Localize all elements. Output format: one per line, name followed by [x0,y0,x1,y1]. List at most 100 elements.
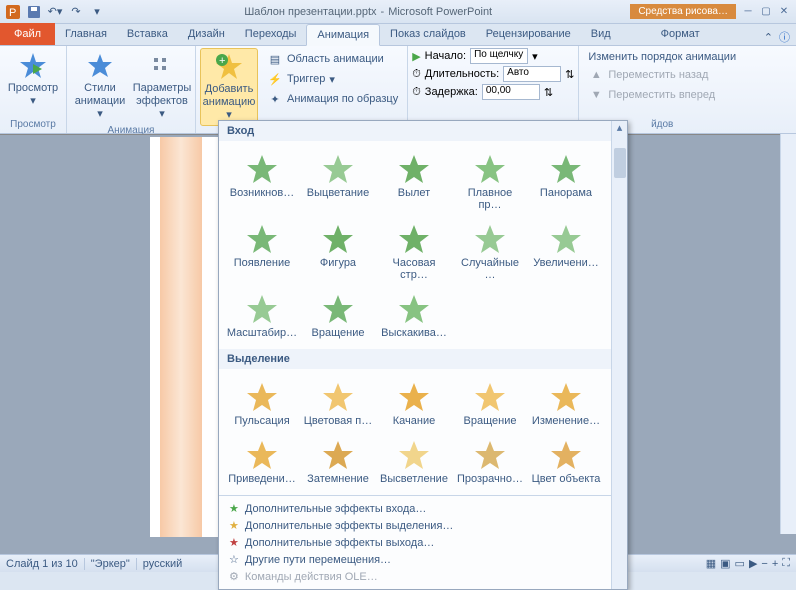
tab-review[interactable]: Рецензирование [476,23,581,45]
star-effect-icon [320,291,356,327]
tab-design[interactable]: Дизайн [178,23,235,45]
start-select[interactable]: По щелчку [470,48,528,64]
effect-Пульсация[interactable]: Пульсация [225,375,299,431]
close-icon[interactable]: ✕ [776,5,792,19]
view-slideshow-icon[interactable]: ▶ [749,557,757,570]
effect-Возникнов[interactable]: Возникнов… [225,147,299,215]
scroll-thumb[interactable] [614,148,626,178]
move-later-button[interactable]: ▼Переместить вперед [585,86,739,104]
effect-Выцветание[interactable]: Выцветание [301,147,375,215]
star-effect-icon [396,379,432,415]
star-effect-icon [396,151,432,187]
slide-decoration [160,137,202,537]
effect-Цветобъекта[interactable]: Цвет объекта [529,433,603,489]
move-earlier-button[interactable]: ▲Переместить назад [585,66,739,84]
more-emphasis-effects[interactable]: ★Дополнительные эффекты выделения… [223,517,623,534]
qat-more-icon[interactable]: ▾ [88,3,106,21]
add-animation-dropdown: ▴ Вход Возникнов…ВыцветаниеВылетПлавное … [218,120,628,590]
star-effect-icon [548,221,584,257]
effect-Случайные[interactable]: Случайные … [453,217,527,285]
quick-access-toolbar: P ↶▾ ↷ ▾ [4,3,106,21]
effect-Затемнение[interactable]: Затемнение [301,433,375,489]
restore-icon[interactable]: ▢ [758,5,774,19]
dropdown-scrollbar[interactable]: ▴ [611,121,627,589]
trigger-button[interactable]: ⚡Триггер ▾ [264,70,401,88]
window-controls: ─ ▢ ✕ [740,5,792,19]
options-icon [146,50,178,82]
tab-home[interactable]: Главная [55,23,117,45]
tab-slideshow[interactable]: Показ слайдов [380,23,476,45]
effect-Вращение[interactable]: Вращение [301,287,375,343]
view-reading-icon[interactable]: ▭ [735,557,745,570]
star-effect-icon [244,151,280,187]
effect-Появление[interactable]: Появление [225,217,299,285]
group-animation: Стили анимации▾ Параметры эффектов▾ Аним… [67,46,196,133]
effect-Плавноепр[interactable]: Плавное пр… [453,147,527,215]
tab-format[interactable]: Формат [651,23,710,45]
animation-styles-button[interactable]: Стили анимации▾ [71,48,129,124]
minimize-icon[interactable]: ─ [740,5,756,19]
group-preview: Просмотр▾ Просмотр [0,46,67,133]
slide-indicator[interactable]: Слайд 1 из 10 [6,558,78,570]
vertical-scrollbar[interactable] [780,134,796,534]
delay-input[interactable]: 00,00 [482,84,540,100]
star-icon [84,50,116,82]
help-icon[interactable]: ⓘ [779,29,790,45]
clock-icon: ⏱ [412,86,421,99]
star-effect-icon [244,291,280,327]
star-effect-icon [472,151,508,187]
effect-Вылет[interactable]: Вылет [377,147,451,215]
animation-pane-button[interactable]: ▤Область анимации [264,50,401,68]
save-icon[interactable] [25,3,43,21]
zoom-out-icon[interactable]: − [761,558,767,570]
effect-Изменение[interactable]: Изменение… [529,375,603,431]
language-indicator[interactable]: русский [143,558,182,570]
effect-Панорама[interactable]: Панорама [529,147,603,215]
tab-transitions[interactable]: Переходы [235,23,307,45]
effect-Качание[interactable]: Качание [377,375,451,431]
star-effect-icon [472,437,508,473]
view-sorter-icon[interactable]: ▣ [720,557,730,570]
star-effect-icon [548,151,584,187]
add-animation-button[interactable]: + Добавить анимацию▾ [200,48,258,126]
tab-view[interactable]: Вид [581,23,621,45]
effect-Приведени[interactable]: Приведени… [225,433,299,489]
undo-icon[interactable]: ↶▾ [46,3,64,21]
lightning-icon: ⚡ [267,71,283,87]
scroll-up-icon[interactable]: ▴ [612,121,627,134]
more-motion-paths[interactable]: ☆Другие пути перемещения… [223,551,623,568]
preview-button[interactable]: Просмотр▾ [4,48,62,110]
tab-insert[interactable]: Вставка [117,23,178,45]
view-normal-icon[interactable]: ▦ [706,557,716,570]
theme-indicator[interactable]: "Эркер" [91,558,130,570]
redo-icon[interactable]: ↷ [67,3,85,21]
pane-icon: ▤ [267,51,283,67]
zoom-in-icon[interactable]: + [772,558,778,570]
tab-animation[interactable]: Анимация [306,24,380,46]
fit-icon[interactable]: ⛶ [782,557,790,570]
star-effect-icon [548,379,584,415]
star-effect-icon [320,437,356,473]
effect-Прозрачно[interactable]: Прозрачно… [453,433,527,489]
more-entry-effects[interactable]: ★Дополнительные эффекты входа… [223,500,623,517]
effect-Высветление[interactable]: Высветление [377,433,451,489]
animation-painter-button[interactable]: ✦Анимация по образцу [264,90,401,108]
emphasis-effects-grid: ПульсацияЦветовая п…КачаниеВращениеИзмен… [219,369,627,495]
star-effect-icon [244,221,280,257]
effect-Часоваястр[interactable]: Часовая стр… [377,217,451,285]
effect-Вращение[interactable]: Вращение [453,375,527,431]
effect-Выскакива[interactable]: Выскакива… [377,287,451,343]
file-tab[interactable]: Файл [0,23,55,45]
app-icon[interactable]: P [4,3,22,21]
drawing-tools-tab[interactable]: Средства рисова… [630,4,736,19]
effect-Увеличени[interactable]: Увеличени… [529,217,603,285]
duration-input[interactable]: Авто [503,66,561,82]
dropdown-footer: ★Дополнительные эффекты входа… ★Дополнит… [219,495,627,589]
effect-Фигура[interactable]: Фигура [301,217,375,285]
star-effect-icon [244,437,280,473]
effect-Цветоваяп[interactable]: Цветовая п… [301,375,375,431]
more-exit-effects[interactable]: ★Дополнительные эффекты выхода… [223,534,623,551]
effect-Масштабир[interactable]: Масштабир… [225,287,299,343]
minimize-ribbon-icon[interactable]: ⌃ [764,31,773,44]
effect-options-button[interactable]: Параметры эффектов▾ [133,48,191,124]
